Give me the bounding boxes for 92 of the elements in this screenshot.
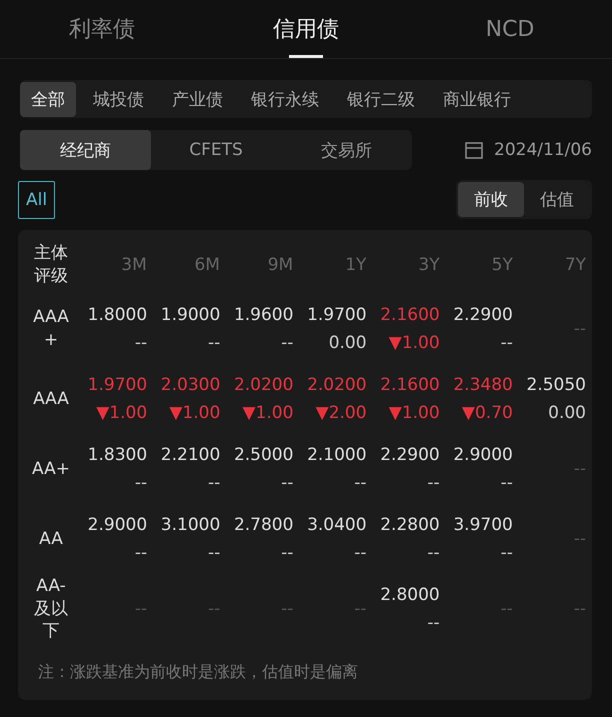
- rate-value: 1.8300: [88, 445, 148, 465]
- change-value: 0.00: [328, 333, 367, 353]
- rate-value: 3.0400: [307, 515, 367, 535]
- calendar-icon[interactable]: [464, 140, 484, 160]
- change-value: --: [500, 473, 513, 493]
- column-header: 6M: [194, 255, 220, 275]
- category-chip[interactable]: 全部: [20, 82, 76, 116]
- rate-value: 1.9700: [307, 305, 367, 325]
- empty-value: --: [354, 599, 367, 619]
- source-tab[interactable]: 经纪商: [20, 130, 151, 170]
- rate-value: 2.9000: [88, 515, 148, 535]
- rate-value: 2.2100: [160, 445, 220, 465]
- rate-value: 2.5000: [234, 445, 294, 465]
- change-value: --: [427, 543, 440, 563]
- rating-label: AAA+: [32, 306, 70, 352]
- rate-value: 2.0200: [234, 375, 294, 395]
- all-filter-button[interactable]: All: [18, 180, 56, 218]
- change-value: --: [500, 333, 513, 353]
- rate-value: 1.9700: [88, 375, 148, 395]
- column-header: 5Y: [492, 255, 513, 275]
- rating-header: 主体评级: [32, 242, 69, 288]
- rate-value: 2.3480: [453, 375, 513, 395]
- change-value: --: [500, 543, 513, 563]
- change-value: --: [354, 473, 367, 493]
- empty-value: --: [208, 599, 220, 619]
- rate-value: 2.7800: [234, 515, 294, 535]
- change-value: --: [281, 473, 294, 493]
- empty-value: --: [574, 459, 586, 479]
- category-chip[interactable]: 银行二级: [336, 82, 426, 116]
- empty-value: --: [574, 319, 586, 339]
- tab[interactable]: 信用债: [204, 0, 408, 58]
- date-text[interactable]: 2024/11/06: [494, 140, 592, 160]
- footnote: 注：涨跌基准为前收时是涨跌，估值时是偏离: [37, 662, 359, 683]
- rate-value: 2.9000: [453, 445, 513, 465]
- basis-tab[interactable]: 估值: [524, 182, 590, 217]
- change-value: --: [354, 543, 367, 563]
- column-header: 1Y: [345, 255, 366, 275]
- rate-value: 2.2900: [380, 445, 440, 465]
- change-value: ▼1.00: [388, 403, 440, 423]
- rating-label: AA-及以下: [33, 574, 69, 644]
- change-value: --: [134, 543, 148, 563]
- empty-value: --: [574, 529, 586, 549]
- empty-value: --: [281, 599, 294, 619]
- change-value: ▼1.00: [242, 403, 294, 423]
- rate-value: 2.1600: [380, 375, 440, 395]
- rate-value: 1.8000: [88, 305, 148, 325]
- rate-value: 2.2900: [453, 305, 513, 325]
- rate-value: 3.1000: [160, 515, 220, 535]
- change-value: --: [134, 333, 148, 353]
- basis-tab[interactable]: 前收: [458, 182, 524, 217]
- change-value: ▼1.00: [388, 333, 440, 353]
- tab[interactable]: 利率债: [0, 0, 204, 58]
- change-value: ▼2.00: [316, 403, 367, 423]
- rate-value: 2.2800: [380, 515, 440, 535]
- change-value: --: [427, 473, 440, 493]
- category-chip[interactable]: 银行永续: [240, 82, 330, 116]
- rate-value: 2.0300: [160, 375, 220, 395]
- rate-value: 3.9700: [453, 515, 513, 535]
- category-chip[interactable]: 商业银行: [432, 82, 522, 116]
- rate-value: 2.5050: [526, 375, 586, 395]
- rate-value: 2.1000: [307, 445, 367, 465]
- column-header: 3M: [121, 255, 147, 275]
- column-header: 7Y: [564, 255, 586, 275]
- empty-value: --: [500, 599, 513, 619]
- change-value: --: [134, 473, 148, 493]
- change-value: ▼1.00: [169, 403, 220, 423]
- source-tab[interactable]: CFETS: [150, 130, 282, 170]
- rate-value: 1.9000: [160, 305, 220, 325]
- rating-label: AAA: [32, 388, 70, 410]
- column-header: 9M: [268, 255, 294, 275]
- rate-value: 2.0200: [307, 375, 367, 395]
- change-value: --: [208, 543, 220, 563]
- category-chip[interactable]: 城投债: [82, 82, 155, 116]
- change-value: --: [281, 333, 294, 353]
- change-value: --: [208, 473, 220, 493]
- change-value: ▼0.70: [462, 403, 513, 423]
- change-value: --: [281, 543, 294, 563]
- source-tab[interactable]: 交易所: [281, 130, 412, 170]
- change-value: --: [208, 333, 220, 353]
- empty-value: --: [574, 599, 586, 619]
- rating-label: AA: [38, 528, 64, 550]
- change-value: --: [427, 613, 440, 633]
- change-value: ▼1.00: [96, 403, 148, 423]
- rate-value: 1.9600: [234, 305, 294, 325]
- rating-label: AA+: [31, 458, 71, 480]
- empty-value: --: [134, 599, 148, 619]
- category-chip[interactable]: 产业债: [161, 82, 234, 116]
- column-header: 3Y: [418, 255, 440, 275]
- change-value: 0.00: [548, 403, 586, 423]
- rate-value: 2.1600: [380, 305, 440, 325]
- tab[interactable]: NCD: [408, 0, 612, 58]
- rate-value: 2.8000: [380, 585, 440, 605]
